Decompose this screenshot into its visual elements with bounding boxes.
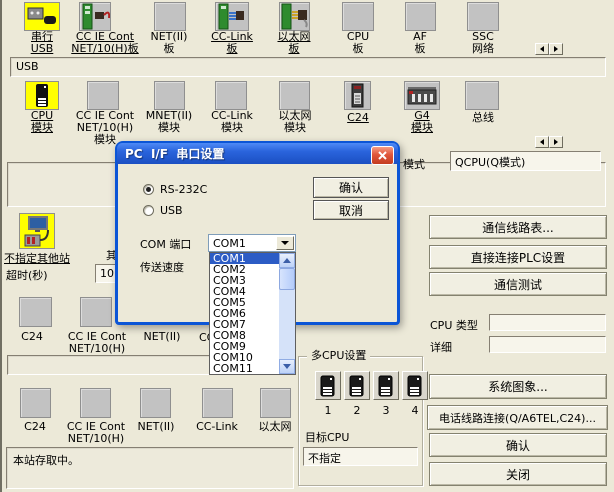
cpu4-button[interactable] — [402, 371, 428, 400]
baud-rate-label: 传送速度 — [140, 259, 184, 275]
dialog-titlebar[interactable]: PC I/F 串口设置 — [117, 143, 398, 164]
scrollbar-thumb[interactable] — [279, 268, 295, 290]
main-close-button[interactable]: 关闭 — [429, 462, 607, 486]
bus-icon[interactable] — [465, 81, 499, 110]
detail-field — [489, 336, 606, 353]
cpu-tower-icon — [378, 375, 394, 397]
com-port-option[interactable]: COM11 — [210, 363, 281, 374]
status-message: 本站存取中。 — [13, 452, 79, 468]
scroll-down-button[interactable] — [279, 359, 295, 374]
mode-value-field: QCPU(Q模式) — [450, 151, 601, 171]
ethernet-board-icon[interactable] — [279, 2, 310, 31]
status-box: 本站存取中。 — [6, 447, 294, 489]
network2-cclink-icon[interactable] — [202, 388, 233, 418]
cpu1-number: 1 — [315, 405, 341, 417]
cclink-module-icon[interactable] — [215, 81, 247, 110]
ethernet-module-icon[interactable] — [279, 81, 310, 110]
label-ssc-network: SSC网络 — [438, 31, 528, 55]
target-cpu-label: 目标CPU — [305, 429, 349, 445]
usb-radio[interactable] — [143, 205, 154, 216]
cpu-tower-icon — [349, 375, 365, 397]
rs232c-radio[interactable] — [143, 184, 154, 195]
target-cpu-field: 不指定 — [303, 447, 418, 466]
no-other-station-label: 不指定其他站 — [4, 250, 70, 266]
scroll-up-button[interactable] — [279, 253, 295, 268]
cpu-tower-icon — [407, 375, 423, 397]
right-arrow-icon — [554, 139, 558, 145]
network2-cc-ie-cont-icon[interactable] — [80, 388, 111, 418]
serial-usb-icon[interactable] — [24, 2, 60, 31]
main-ok-button[interactable]: 确认 — [429, 433, 607, 457]
serial-port-settings-dialog: PC I/F 串口设置 RS-232C USB 确认 取消 COM 端口 COM… — [115, 141, 400, 325]
usb-radio-label: USB — [160, 204, 183, 217]
dialog-cancel-button[interactable]: 取消 — [313, 200, 389, 220]
af-board-icon[interactable] — [405, 2, 436, 31]
pc-row-scroll-left-button[interactable] — [535, 43, 549, 55]
dropdown-scrollbar[interactable] — [279, 253, 295, 374]
left-arrow-icon — [540, 46, 544, 52]
right-arrow-icon — [554, 46, 558, 52]
cpu2-button[interactable] — [344, 371, 370, 400]
network2-c24-icon[interactable] — [20, 388, 51, 418]
connection-setup-window: 串行USB CC IE ContNET/10(H)板 NET(II)板 CC-L… — [0, 0, 614, 492]
up-arrow-icon — [283, 258, 291, 263]
down-arrow-icon — [283, 364, 291, 369]
com-port-label: COM 端口 — [140, 236, 191, 252]
cpu3-button[interactable] — [373, 371, 399, 400]
net2-board-icon[interactable] — [154, 2, 186, 31]
c24-module-icon[interactable] — [344, 81, 371, 110]
comm-line-table-button[interactable]: 通信线路表... — [429, 215, 607, 239]
cpu-type-label: CPU 类型 — [430, 317, 478, 333]
cpu3-number: 3 — [373, 405, 399, 417]
cpu-type-field — [489, 314, 606, 331]
close-icon — [377, 150, 388, 161]
ssc-board-icon[interactable] — [467, 2, 499, 31]
cclink-board-icon[interactable] — [215, 2, 249, 31]
multi-cpu-group-title: 多CPU设置 — [307, 349, 370, 362]
mode-label: 模式 — [403, 156, 425, 172]
rs232c-radio-label: RS-232C — [160, 183, 207, 196]
label-bus: 总线 — [438, 112, 528, 124]
no-other-station-icon[interactable] — [19, 213, 55, 249]
network2-net2-icon[interactable] — [140, 388, 171, 418]
phone-line-connect-button[interactable]: 电话线路连接(Q/A6TEL,C24)... — [427, 405, 608, 430]
cpu-module-icon[interactable] — [25, 81, 59, 110]
plc-row-scroll-left-button[interactable] — [535, 136, 549, 148]
com-port-value: COM1 — [213, 237, 246, 250]
comm-test-button[interactable]: 通信测试 — [429, 272, 607, 296]
network1-cc-ie-cont-icon[interactable] — [80, 297, 112, 327]
chevron-down-icon — [281, 241, 289, 245]
cpu1-button[interactable] — [315, 371, 341, 400]
mnet2-module-icon[interactable] — [154, 81, 185, 110]
com-port-dropdown-list: COM1COM2COM3COM4COM5COM6COM7COM8COM9COM1… — [209, 252, 296, 375]
cpu2-number: 2 — [344, 405, 370, 417]
multi-cpu-group: 多CPU设置 1 2 3 4 目标CPU 不指定 — [298, 356, 423, 486]
pc-row-scroll-right-button[interactable] — [549, 43, 563, 55]
network1-c24-icon[interactable] — [19, 297, 52, 327]
cpu-tower-icon — [320, 375, 336, 397]
cpu-board-icon[interactable] — [342, 2, 374, 31]
network2-ethernet-icon[interactable] — [260, 388, 291, 418]
timeout-label: 超时(秒) — [6, 267, 48, 283]
detail-label: 详细 — [430, 339, 452, 355]
label-network1-net2: NET(II) — [117, 331, 207, 343]
left-arrow-icon — [540, 139, 544, 145]
direct-plc-connect-button[interactable]: 直接连接PLC设置 — [429, 245, 607, 269]
dialog-title: PC I/F 串口设置 — [125, 145, 224, 162]
pc-if-selected-field: USB — [10, 57, 606, 77]
cc-ie-cont-board-icon[interactable] — [79, 2, 111, 31]
dialog-close-button[interactable] — [371, 146, 394, 165]
plc-row-scroll-right-button[interactable] — [549, 136, 563, 148]
cc-ie-cont-module-icon[interactable] — [87, 81, 119, 110]
system-image-button[interactable]: 系统图象... — [429, 374, 607, 399]
combo-dropdown-button[interactable] — [276, 236, 294, 250]
com-port-combobox[interactable]: COM1 — [208, 234, 296, 252]
cpu4-number: 4 — [402, 405, 428, 417]
dialog-ok-button[interactable]: 确认 — [313, 177, 389, 198]
g4-module-icon[interactable] — [404, 81, 440, 110]
